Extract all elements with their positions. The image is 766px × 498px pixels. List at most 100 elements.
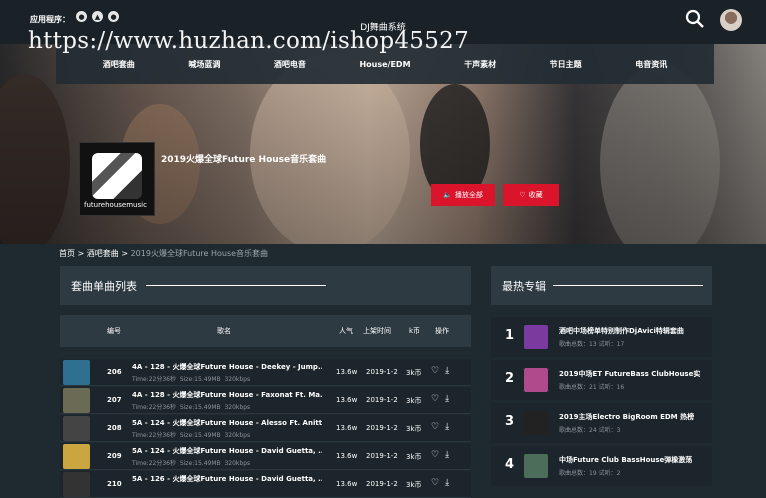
songs-count: 19	[589, 470, 597, 477]
breadcrumb-home[interactable]: 首页	[59, 249, 75, 258]
watermark: https://www.huzhan.com/ishop45527	[28, 28, 470, 54]
songs-label: 歌曲总数：	[559, 384, 590, 391]
track-date: 2019-1-2	[366, 480, 398, 488]
download-icon[interactable]: ⤓	[445, 478, 449, 488]
breadcrumb-separator: >	[77, 249, 85, 258]
hot-album-cover[interactable]	[524, 325, 548, 349]
col-actions: 操作	[435, 327, 449, 335]
hot-album-item[interactable]: 4 中场Future Club BassHouse弹橡激荡 歌曲总数：19 试听：2	[491, 446, 712, 486]
table-header: 编号 歌名 人气 上架时间 k币 操作	[60, 315, 471, 347]
album-title: 2019火爆全球Future House音乐套曲	[161, 155, 327, 165]
songs-count: 13	[589, 341, 597, 348]
track-thumbnail[interactable]	[63, 444, 90, 469]
play-all-button[interactable]: 🔈 播放全部	[431, 184, 495, 206]
track-name[interactable]: 5A - 124 - 火爆全球Future House - David Guet…	[132, 446, 322, 456]
hot-album-title[interactable]: 2019中场ET FutureBass ClubHouse实	[559, 369, 709, 379]
track-actions: ♡ ⤓	[431, 478, 449, 488]
nav-item-vocal-samples[interactable]: 干声素材	[464, 59, 496, 70]
songs-label: 歌曲总数：	[559, 470, 590, 477]
track-date: 2019-1-2	[366, 396, 398, 404]
track-name[interactable]: 4A - 128 - 火爆全球Future House - Deekey - J…	[132, 362, 322, 372]
heart-icon[interactable]: ♡	[431, 450, 439, 460]
favorite-button[interactable]: ♡ 收藏	[503, 184, 559, 206]
download-icon[interactable]: ⤓	[445, 450, 449, 460]
hot-album-cover[interactable]	[524, 368, 548, 392]
table-row[interactable]: 208 5A - 124 - 火爆全球Future House - Alesso …	[60, 415, 471, 442]
track-thumbnail[interactable]	[63, 416, 90, 441]
track-meta: Time:22分36秒 Size:15.49MB 320kbps	[132, 458, 250, 467]
hot-album-item[interactable]: 2 2019中场ET FutureBass ClubHouse实 歌曲总数：21 试…	[491, 360, 712, 400]
title-underline	[146, 285, 326, 286]
nav-item-bar-sets[interactable]: 酒吧套曲	[103, 59, 135, 70]
plays-count: 2	[616, 470, 621, 477]
track-popularity: 13.6w	[336, 452, 358, 460]
hot-album-rank: 2	[505, 371, 515, 386]
search-icon[interactable]	[685, 9, 705, 29]
heart-icon[interactable]: ♡	[431, 478, 439, 488]
nav-item-holiday-themes[interactable]: 节日主题	[550, 59, 582, 70]
track-name[interactable]: 4A - 128 - 火爆全球Future House - Faxonat Ft…	[132, 390, 322, 400]
download-icon[interactable]: ⤓	[445, 422, 449, 432]
col-date: 上架时间	[363, 327, 391, 335]
track-popularity: 13.6w	[336, 368, 358, 376]
download-icon[interactable]: ⤓	[445, 394, 449, 404]
songs-count: 24	[589, 427, 597, 434]
download-icon[interactable]: ⤓	[445, 366, 449, 376]
hot-album-stats: 歌曲总数：21 试听：16	[559, 382, 624, 391]
breadcrumb-section[interactable]: 酒吧套曲	[87, 249, 119, 258]
table-row[interactable]: 207 4A - 128 - 火爆全球Future House - Faxonat…	[60, 387, 471, 414]
heart-icon[interactable]: ♡	[431, 366, 439, 376]
track-price: 3k币	[406, 369, 422, 377]
track-thumbnail[interactable]	[63, 472, 90, 497]
track-actions: ♡ ⤓	[431, 422, 449, 432]
hot-album-title[interactable]: 中场Future Club BassHouse弹橡激荡	[559, 455, 709, 465]
songs-count: 21	[589, 384, 597, 391]
plays-count: 17	[616, 341, 625, 348]
plays-count: 3	[616, 427, 621, 434]
track-size: Size:15.49MB	[179, 404, 221, 411]
track-actions: ♡ ⤓	[431, 450, 449, 460]
track-price: 3k币	[406, 397, 422, 405]
nav-item-house-edm[interactable]: House/EDM	[359, 60, 410, 69]
track-meta: Time:22分36秒 Size:15.49MB 320kbps	[132, 430, 250, 439]
nav-item-edm-news[interactable]: 电音资讯	[635, 59, 667, 70]
track-size: Size:15.49MB	[179, 460, 221, 467]
breadcrumb-separator: >	[121, 249, 129, 258]
plays-label: 试听：	[598, 470, 617, 477]
heart-icon[interactable]: ♡	[431, 394, 439, 404]
hot-album-title[interactable]: 2019主场Electro BigRoom EDM 热榜	[559, 412, 709, 422]
track-thumbnail[interactable]	[63, 388, 90, 413]
track-bitrate: 320kbps	[224, 460, 251, 467]
plays-label: 试听：	[598, 427, 617, 434]
nav-item-bar-electronic[interactable]: 酒吧电音	[274, 59, 306, 70]
track-date: 2019-1-2	[366, 424, 398, 432]
hot-album-cover[interactable]	[524, 454, 548, 478]
table-row[interactable]: 206 4A - 128 - 火爆全球Future House - Deekey …	[60, 359, 471, 386]
hot-album-item[interactable]: 3 2019主场Electro BigRoom EDM 热榜 歌曲总数：24 试听：…	[491, 403, 712, 443]
album-cover: futurehousemusic	[79, 142, 155, 216]
track-price: 3k币	[406, 453, 422, 461]
plays-label: 试听：	[598, 341, 617, 348]
tracklist-title: 套曲单曲列表	[71, 280, 137, 293]
heart-icon[interactable]: ♡	[431, 422, 439, 432]
hot-album-title[interactable]: 酒吧中场榜单特别制作DjAvici特辑套曲	[559, 326, 709, 336]
hot-album-item[interactable]: 1 酒吧中场榜单特别制作DjAvici特辑套曲 歌曲总数：13 试听：17	[491, 317, 712, 357]
track-number: 208	[107, 424, 122, 432]
speaker-icon: 🔈	[443, 191, 452, 199]
table-row[interactable]: 209 5A - 124 - 火爆全球Future House - David G…	[60, 443, 471, 470]
tracklist-header: 套曲单曲列表	[60, 266, 471, 305]
hot-album-cover[interactable]	[524, 411, 548, 435]
hero-banner: 酒吧套曲 喊场蓝调 酒吧电音 House/EDM 干声素材 节日主题 电音资讯 …	[0, 44, 766, 244]
table-row[interactable]: 210 5A - 126 - 火爆全球Future House - David G…	[60, 471, 471, 498]
track-name[interactable]: 5A - 124 - 火爆全球Future House - Alesso Ft.…	[132, 418, 322, 428]
track-thumbnail[interactable]	[63, 360, 90, 385]
track-name[interactable]: 5A - 126 - 火爆全球Future House - David Guet…	[132, 474, 322, 484]
album-cover-text: futurehousemusic	[84, 201, 147, 209]
track-price: 3k币	[406, 481, 422, 489]
plays-count: 16	[616, 384, 625, 391]
track-number: 206	[107, 368, 122, 376]
avatar[interactable]	[720, 9, 742, 31]
songs-label: 歌曲总数：	[559, 341, 590, 348]
track-price: 3k币	[406, 425, 422, 433]
nav-item-mc-blues[interactable]: 喊场蓝调	[188, 59, 220, 70]
